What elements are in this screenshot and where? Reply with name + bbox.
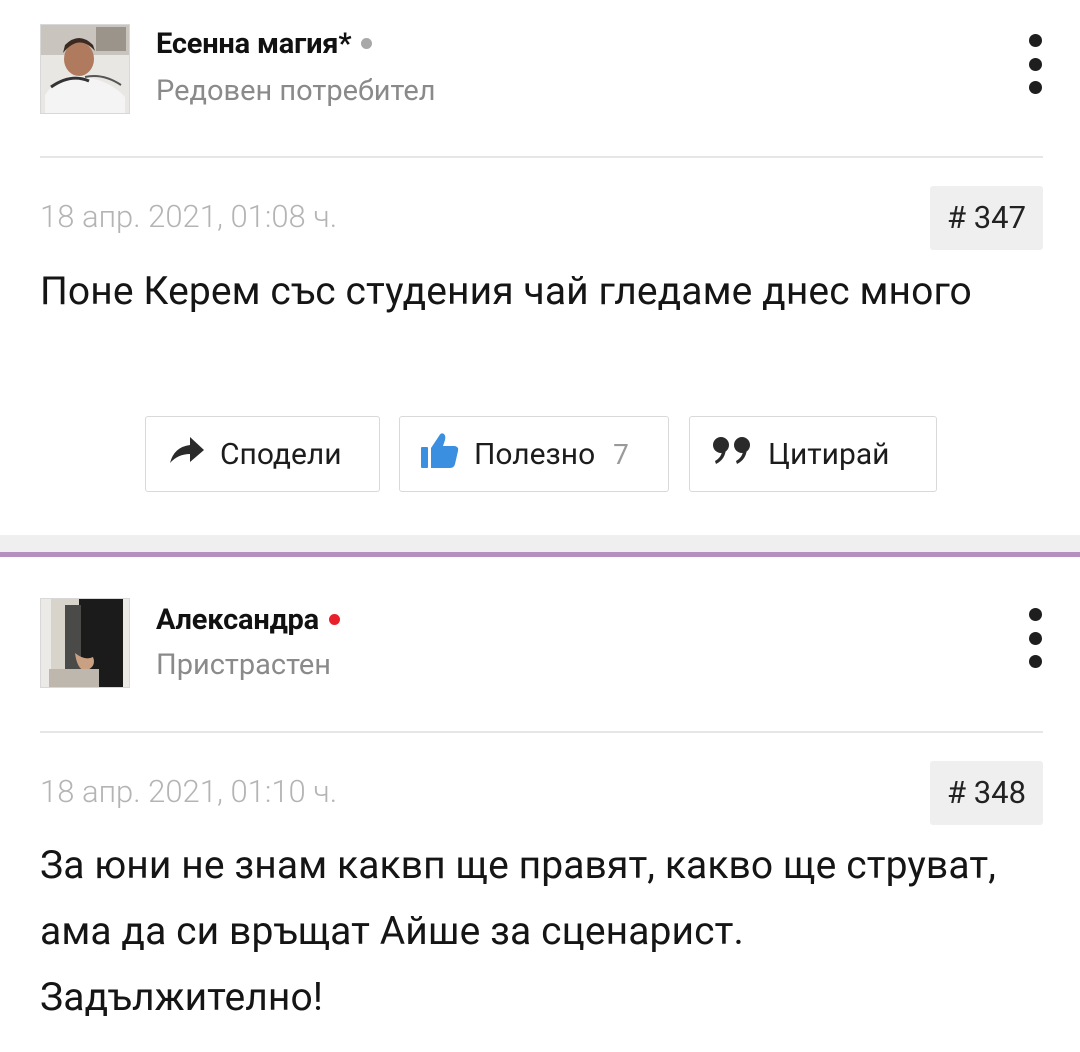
divider (40, 731, 1043, 733)
author-name[interactable]: Александра (156, 603, 340, 637)
vertical-dots-icon (1028, 608, 1042, 621)
post-number-link[interactable]: # 348 (929, 761, 1043, 825)
post-date: 18 апр. 2021, 01:10 ч. (40, 773, 338, 810)
post-348: Александра Пристрастен 18 апр. 2021, 01:… (0, 0, 1080, 1052)
status-dot-icon (328, 614, 340, 625)
post-text: За юни не знам каквп ще правят, какво ще… (40, 842, 996, 1020)
author-name-text[interactable]: Александра (156, 603, 319, 637)
author-rank: Пристрастен (156, 648, 331, 682)
author-avatar[interactable] (40, 598, 130, 688)
more-options-button[interactable] (1022, 608, 1048, 668)
